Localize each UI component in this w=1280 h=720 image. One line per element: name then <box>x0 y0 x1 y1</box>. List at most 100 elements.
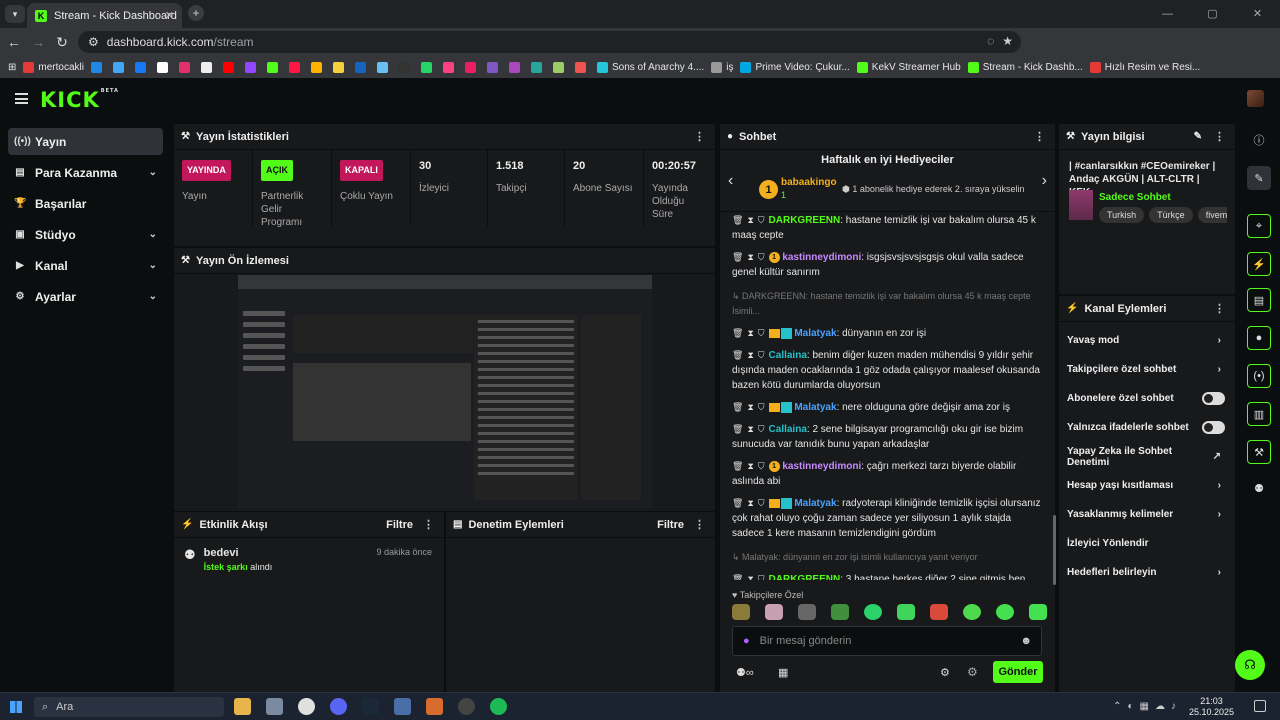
bookmark-item[interactable]: Prime Video: Çukur... <box>740 61 850 73</box>
bookmark-item[interactable] <box>244 61 260 73</box>
timeout-icon[interactable]: ⧗ <box>747 424 753 434</box>
help-support-icon[interactable]: ☊ <box>1235 650 1265 680</box>
channel-action-item[interactable]: İzleyici Yönlendir <box>1059 529 1235 558</box>
delete-icon[interactable]: 🗑 <box>732 461 743 471</box>
chat-message[interactable]: 🗑 ⧗ ⛉ Malatyak: radyoterapi kliniğinde tem… <box>720 493 1055 545</box>
chrome-icon[interactable] <box>298 698 315 715</box>
bookmark-star-icon[interactable]: ★ <box>1002 34 1013 48</box>
chat-username[interactable]: Callaina <box>769 424 807 435</box>
steam-icon[interactable] <box>362 698 379 715</box>
emote-icon[interactable] <box>996 604 1014 620</box>
emote-icon[interactable] <box>798 604 816 620</box>
bookmark-item[interactable]: Sons of Anarchy 4.... <box>596 61 704 73</box>
target-icon[interactable]: ⌖ <box>1247 214 1271 238</box>
broadcast-icon[interactable]: (•) <box>1247 364 1271 388</box>
user-avatar[interactable] <box>1247 90 1264 107</box>
category-thumbnail[interactable] <box>1069 190 1093 220</box>
new-tab-button[interactable]: + <box>188 5 204 21</box>
toggle-switch[interactable] <box>1202 392 1225 405</box>
chat-username[interactable]: kastinneydimoni <box>782 461 861 472</box>
bookmark-item[interactable] <box>200 61 216 73</box>
delete-icon[interactable]: 🗑 <box>732 328 743 338</box>
bookmark-item[interactable] <box>112 61 128 73</box>
tab-search-button[interactable]: ▾ <box>5 5 25 23</box>
bookmark-item[interactable]: Hızlı Resim ve Resi... <box>1089 61 1200 73</box>
sidebar-item-0[interactable]: ((•)) Yayın <box>8 128 163 155</box>
stream-tag[interactable]: Türkçe <box>1149 207 1193 223</box>
timeout-icon[interactable]: ⧗ <box>747 498 753 508</box>
chat-username[interactable]: kastinneydimoni <box>782 252 861 263</box>
file-explorer-icon[interactable] <box>234 698 251 715</box>
back-icon[interactable]: ← <box>2 34 26 50</box>
discord-icon[interactable] <box>330 698 347 715</box>
edit-icon[interactable]: ✎ <box>1247 166 1271 190</box>
bookmark-item[interactable]: iş <box>711 61 733 73</box>
timeout-icon[interactable]: ⧗ <box>747 574 753 580</box>
bookmark-item[interactable]: Stream - Kick Dashb... <box>967 61 1083 73</box>
channel-action-item[interactable]: Yasaklanmış kelimeler › <box>1059 500 1235 529</box>
bookmark-item[interactable] <box>398 61 414 73</box>
app-icon[interactable] <box>426 698 443 715</box>
channel-action-item[interactable]: Hedefleri belirleyin › <box>1059 558 1235 587</box>
site-info-icon[interactable]: ⚙ <box>88 35 99 49</box>
bookmark-item[interactable] <box>354 61 370 73</box>
top-gifter-name[interactable]: babaakingo <box>781 177 837 188</box>
apps-grid-icon[interactable]: ⊞ <box>8 62 16 73</box>
kick-logo[interactable]: KICKBETA <box>40 88 119 112</box>
delete-icon[interactable]: 🗑 <box>732 574 743 580</box>
sidebar-item-5[interactable]: ⚙ Ayarlar ⌄ <box>8 283 163 310</box>
bookmark-item[interactable] <box>420 61 436 73</box>
chat-username[interactable]: Malatyak <box>794 498 836 509</box>
activity-filter-button[interactable]: Filtre <box>386 519 413 531</box>
chat-bubble-icon[interactable]: ● <box>1247 326 1271 350</box>
stream-tag[interactable]: fivem <box>1197 207 1227 223</box>
category-name[interactable]: Sadece Sohbet <box>1099 190 1235 203</box>
store-icon[interactable]: ▦ <box>778 666 788 679</box>
emote-icon[interactable] <box>864 604 882 620</box>
chat-scrollbar[interactable] <box>1053 515 1056 585</box>
bookmark-item[interactable] <box>574 61 590 73</box>
obs-icon[interactable] <box>458 698 475 715</box>
points-icon[interactable]: ⚉∞ <box>736 666 754 679</box>
timeout-icon[interactable]: ⧗ <box>747 215 753 225</box>
list-icon[interactable]: ▤ <box>1247 288 1271 312</box>
emote-icon[interactable] <box>930 604 948 620</box>
menu-hamburger-icon[interactable] <box>15 93 28 104</box>
emote-icon[interactable] <box>732 604 750 620</box>
channel-action-item[interactable]: Yavaş mod › <box>1059 326 1235 355</box>
bookmark-item[interactable] <box>134 61 150 73</box>
bookmark-item[interactable] <box>376 61 392 73</box>
delete-icon[interactable]: 🗑 <box>732 252 743 262</box>
clock[interactable]: 21:03 25.10.2025 <box>1189 696 1234 718</box>
gifters-next-icon[interactable]: › <box>1042 172 1047 190</box>
spotify-icon[interactable] <box>490 698 507 715</box>
bookmark-item[interactable] <box>90 61 106 73</box>
bookmark-item[interactable] <box>288 61 304 73</box>
bookmark-item[interactable] <box>508 61 524 73</box>
chat-message[interactable]: 🗑 ⧗ ⛉ Callaina: benim diğer kuzen maden müh… <box>720 345 1055 397</box>
bookmark-item[interactable] <box>310 61 326 73</box>
chat-message[interactable]: 🗑 ⧗ ⛉ 1 kastinneydimoni: çağrı merkezi tarz… <box>720 456 1055 493</box>
delete-icon[interactable]: 🗑 <box>732 215 743 225</box>
stream-tag[interactable]: Turkish <box>1099 207 1145 223</box>
chat-message[interactable]: 🗑 ⧗ ⛉ DARKGREENN: 3 hastane herkes diğer 2 … <box>720 569 1055 580</box>
sidebar-item-4[interactable]: ▶ Kanal ⌄ <box>8 252 163 279</box>
delete-icon[interactable]: 🗑 <box>732 498 743 508</box>
bookmark-item[interactable] <box>266 61 282 73</box>
sidebar-item-3[interactable]: ▣ Stüdyo ⌄ <box>8 221 163 248</box>
emoji-icon[interactable]: ☻ <box>1020 635 1032 647</box>
close-window-button[interactable]: ✕ <box>1235 0 1280 28</box>
delete-icon[interactable]: 🗑 <box>732 402 743 412</box>
timeout-icon[interactable]: ⧗ <box>747 350 753 360</box>
channel-actions-menu-dots-icon[interactable]: ⋮ <box>1214 302 1225 315</box>
chat-settings-icon[interactable]: ⚙ <box>940 666 950 679</box>
toggle-switch[interactable] <box>1202 421 1225 434</box>
chat-username[interactable]: Malatyak <box>794 402 836 413</box>
chat-message[interactable]: 🗑 ⧗ ⛉ Malatyak: dünyanın en zor işi <box>720 323 1055 345</box>
chat-username[interactable]: Malatyak <box>794 328 836 339</box>
channel-action-item[interactable]: Yapay Zeka ile Sohbet Denetimi ↗ <box>1059 442 1235 471</box>
chat-message[interactable]: 🗑 ⧗ ⛉ DARKGREENN: hastane temizlik işi var … <box>720 210 1055 247</box>
edit-pencil-icon[interactable]: ✎ <box>1194 131 1202 142</box>
activity-menu-dots-icon[interactable]: ⋮ <box>423 518 434 531</box>
notification-icon[interactable] <box>1254 700 1266 712</box>
